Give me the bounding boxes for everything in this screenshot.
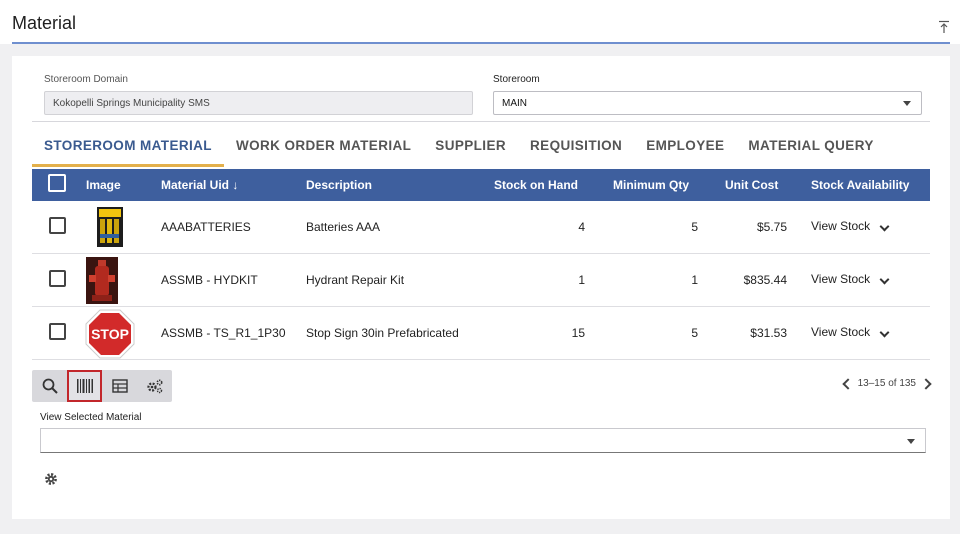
unit-cost: $5.75 (756, 220, 787, 234)
material-uid: AAABATTERIES (161, 220, 251, 234)
material-uid: ASSMB - TS_R1_1P30 (161, 326, 286, 340)
storeroom-select[interactable]: MAIN (493, 91, 922, 115)
minimum-qty: 1 (691, 273, 698, 287)
storeroom-domain-field: Kokopelli Springs Municipality SMS (44, 91, 473, 115)
column-header-unit-cost[interactable]: Unit Cost (725, 178, 778, 192)
stop-sign-thumbnail: STOP (85, 309, 135, 359)
stock-on-hand: 4 (578, 220, 585, 234)
grid-toolbar (32, 370, 172, 402)
storeroom-label: Storeroom (493, 74, 540, 85)
description: Batteries AAA (306, 220, 381, 234)
minimum-qty: 5 (691, 220, 698, 234)
hydrant-thumbnail (86, 257, 118, 304)
column-header-image: Image (86, 178, 121, 192)
search-icon (42, 378, 58, 394)
view-selected-material-select[interactable] (40, 428, 926, 453)
table-view-button[interactable] (102, 370, 137, 402)
view-selected-material-label: View Selected Material (40, 412, 142, 423)
row-checkbox[interactable] (49, 217, 66, 234)
storeroom-select-value: MAIN (502, 98, 527, 109)
search-button[interactable] (32, 370, 67, 402)
pagination-range: 13–15 of 135 (857, 378, 916, 389)
column-header-material-uid[interactable]: Material Uid ↓ (161, 178, 238, 192)
column-header-description[interactable]: Description (306, 178, 372, 192)
tab-supplier[interactable]: SUPPLIER (423, 134, 518, 167)
chevron-down-icon[interactable] (879, 327, 890, 338)
settings-cog-icon (146, 379, 163, 394)
stock-on-hand: 15 (571, 326, 585, 340)
pagination: 13–15 of 135 (841, 377, 932, 390)
table-icon (111, 379, 128, 393)
page-title: Material (12, 13, 77, 33)
column-header-stock-availability[interactable]: Stock Availability (811, 178, 909, 192)
tab-employee[interactable]: EMPLOYEE (634, 134, 736, 167)
barcode-button[interactable] (67, 370, 102, 402)
settings-button[interactable] (137, 370, 172, 402)
header-rule (12, 42, 950, 44)
storeroom-domain-label: Storeroom Domain (44, 74, 128, 85)
table-header: Image Material Uid ↓ Description Stock o… (32, 169, 930, 201)
description: Stop Sign 30in Prefabricated (306, 326, 459, 340)
column-header-stock-on-hand[interactable]: Stock on Hand (494, 178, 578, 192)
select-all-checkbox[interactable] (48, 174, 66, 192)
minimum-qty: 5 (691, 326, 698, 340)
unit-cost: $31.53 (750, 326, 787, 340)
tab-requisition[interactable]: REQUISITION (518, 134, 634, 167)
description: Hydrant Repair Kit (306, 273, 405, 287)
view-stock-link[interactable]: View Stock (811, 219, 870, 233)
stock-on-hand: 1 (578, 273, 585, 287)
unit-cost: $835.44 (743, 273, 787, 287)
dropdown-caret-icon (903, 101, 911, 106)
tab-work-order-material[interactable]: WORK ORDER MATERIAL (224, 134, 423, 167)
material-panel: Storeroom Domain Kokopelli Springs Munic… (12, 56, 950, 519)
page-header: Material (0, 0, 960, 44)
table-row[interactable]: ASSMB - HYDKIT Hydrant Repair Kit 1 1 $8… (32, 254, 930, 307)
batteries-thumbnail (97, 207, 123, 247)
tab-material-query[interactable]: MATERIAL QUERY (736, 134, 885, 167)
row-checkbox[interactable] (49, 270, 66, 287)
barcode-icon (76, 379, 93, 393)
chevron-down-icon[interactable] (879, 274, 890, 285)
chevron-right-icon[interactable] (920, 377, 932, 390)
chevron-left-icon[interactable] (841, 377, 854, 390)
divider (32, 121, 930, 122)
view-stock-link[interactable]: View Stock (811, 272, 870, 286)
column-header-minimum-qty[interactable]: Minimum Qty (613, 178, 689, 192)
gear-icon[interactable] (44, 472, 58, 486)
collapse-up-icon[interactable] (938, 20, 950, 34)
chevron-down-icon[interactable] (879, 221, 890, 232)
tab-storeroom-material[interactable]: STOREROOM MATERIAL (32, 134, 224, 167)
material-uid: ASSMB - HYDKIT (161, 273, 258, 287)
stop-sign-text: STOP (91, 326, 129, 342)
dropdown-caret-icon (907, 439, 915, 444)
tab-bar: STOREROOM MATERIAL WORK ORDER MATERIAL S… (32, 134, 886, 167)
view-stock-link[interactable]: View Stock (811, 325, 870, 339)
table-row[interactable]: AAABATTERIES Batteries AAA 4 5 $5.75 Vie… (32, 201, 930, 254)
row-checkbox[interactable] (49, 323, 66, 340)
table-row[interactable]: STOP ASSMB - TS_R1_1P30 Stop Sign 30in P… (32, 307, 930, 360)
